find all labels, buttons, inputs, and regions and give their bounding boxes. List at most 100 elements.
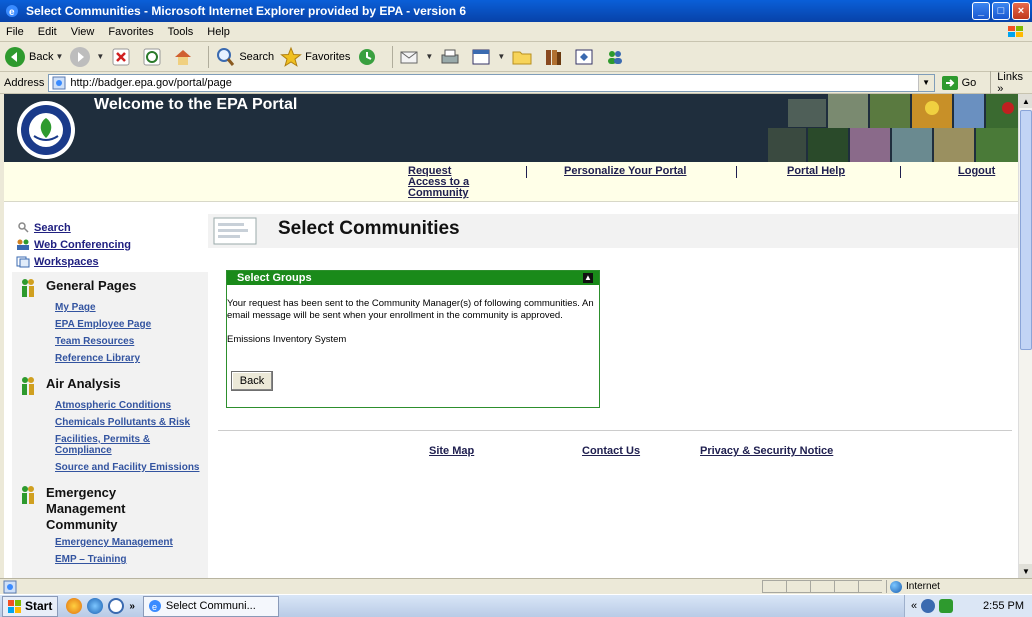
menu-tools[interactable]: Tools — [168, 26, 194, 38]
scroll-down-icon[interactable]: ▼ — [1019, 564, 1032, 578]
toolbar: Back ▼ ▼ Search Favorites ▼ ▼ — [0, 42, 1032, 72]
personalize-link[interactable]: Personalize Your Portal — [564, 165, 686, 177]
section-title-line3: Community — [46, 517, 118, 532]
sidebar-item-emergency-management[interactable]: Emergency Management — [55, 537, 208, 548]
menu-help[interactable]: Help — [207, 26, 230, 38]
address-dropdown-icon[interactable]: ▼ — [917, 74, 934, 91]
links-label: Links — [997, 70, 1023, 83]
sidebar-item-facilities-permits-compliance[interactable]: Facilities, Permits & Compliance — [55, 434, 208, 456]
page-title: Select Communities — [278, 218, 460, 239]
refresh-button[interactable] — [141, 46, 166, 68]
print-button[interactable] — [439, 46, 464, 68]
taskbar-window-button[interactable]: e Select Communi... — [142, 595, 279, 617]
section-title-air-analysis: Air Analysis — [46, 376, 121, 391]
folder-icon — [512, 51, 532, 64]
sidebar: Search Web Conferencing Workspaces Gener… — [12, 214, 208, 578]
privacy-notice-link[interactable]: Privacy & Security Notice — [700, 445, 833, 457]
mail-icon — [400, 51, 418, 63]
mail-button[interactable]: ▼ — [398, 46, 433, 68]
confirmation-text: Your request has been sent to the Commun… — [227, 298, 594, 321]
edit-button[interactable]: ▼ — [470, 46, 505, 68]
favorites-button[interactable]: Favorites — [280, 46, 350, 68]
sidebar-workspaces-link[interactable]: Workspaces — [16, 253, 208, 270]
sidebar-item-reference-library[interactable]: Reference Library — [55, 353, 208, 364]
app-icon[interactable] — [66, 598, 83, 614]
favorites-label: Favorites — [305, 50, 351, 63]
workspaces-icon — [16, 256, 30, 268]
panel-title: Select Groups — [237, 272, 312, 284]
stop-icon — [112, 48, 130, 65]
sidebar-web-conferencing-link[interactable]: Web Conferencing — [16, 236, 208, 253]
site-map-link[interactable]: Site Map — [429, 445, 474, 457]
menu-view[interactable]: View — [71, 26, 95, 38]
research-button[interactable] — [542, 46, 567, 68]
footer-divider — [218, 430, 1012, 431]
logout-link[interactable]: Logout — [958, 165, 995, 177]
refresh-icon — [143, 48, 161, 65]
sidebar-item-emp-training[interactable]: EMP – Training — [55, 554, 208, 565]
sidebar-item-atmospheric-conditions[interactable]: Atmospheric Conditions — [55, 400, 208, 411]
back-button[interactable]: Back ▼ — [4, 46, 63, 68]
sidebar-search-link[interactable]: Search — [16, 219, 208, 236]
scroll-up-icon[interactable]: ▲ — [1019, 94, 1032, 108]
search-button[interactable]: Search — [214, 46, 274, 68]
taskbar: Start » e Select Communi... « 2:55 PM — [0, 594, 1032, 617]
history-button[interactable] — [356, 46, 381, 68]
stop-button[interactable] — [110, 46, 135, 68]
security-tray-icon[interactable] — [939, 599, 954, 613]
menu-file[interactable]: File — [6, 26, 24, 38]
address-bar: Address http://badger.epa.gov/portal/pag… — [0, 70, 1032, 95]
welcome-heading: Welcome to the EPA Portal — [94, 96, 298, 113]
quicklaunch-more-icon[interactable]: » — [129, 601, 135, 612]
close-button[interactable]: × — [1012, 2, 1030, 20]
forward-button[interactable]: ▼ — [69, 46, 104, 68]
conference-icon — [17, 239, 29, 250]
section-heading: Emergency Management Community — [12, 479, 208, 537]
maximize-button[interactable]: □ — [992, 2, 1010, 20]
section-title-line1: Emergency — [46, 485, 117, 500]
nature-photo-collage — [708, 94, 1018, 162]
sidebar-item-chemicals-pollutants-risk[interactable]: Chemicals Pollutants & Risk — [55, 417, 208, 428]
menu-favorites[interactable]: Favorites — [108, 26, 153, 38]
start-label: Start — [25, 599, 53, 613]
network-icon[interactable] — [921, 599, 936, 613]
sidebar-item-my-page[interactable]: My Page — [55, 302, 208, 313]
portal-nav: Request Access to a Community Personalize … — [4, 162, 1018, 202]
messenger-button[interactable] — [604, 46, 629, 68]
collapse-icon[interactable]: ▲ — [583, 273, 593, 283]
sidebar-item-team-resources[interactable]: Team Resources — [55, 336, 208, 347]
folder-button[interactable] — [511, 46, 536, 68]
system-tray: « 2:55 PM — [904, 595, 1032, 617]
confirmation-message: Your request has been sent to the Commun… — [227, 285, 599, 346]
edit-page-icon — [472, 49, 490, 64]
nav-divider — [736, 166, 737, 178]
request-access-link[interactable]: Request Access to a Community — [408, 166, 469, 199]
vertical-scrollbar[interactable]: ▲ ▼ — [1018, 94, 1032, 578]
sidebar-item-epa-employee-page[interactable]: EPA Employee Page — [55, 319, 208, 330]
links-toolbar[interactable]: Links » — [990, 70, 1032, 95]
sidebar-item-source-facility-emissions[interactable]: Source and Facility Emissions — [55, 462, 208, 473]
portal-help-link[interactable]: Portal Help — [787, 165, 845, 177]
window-title: Select Communities - Microsoft Internet … — [26, 4, 467, 18]
start-button[interactable]: Start — [2, 595, 59, 617]
ie-quicklaunch-icon[interactable] — [87, 598, 104, 614]
contact-us-link[interactable]: Contact Us — [582, 445, 640, 457]
svg-text:e: e — [152, 602, 157, 612]
home-button[interactable] — [172, 46, 197, 68]
scroll-thumb[interactable] — [1020, 110, 1032, 350]
section-heading: General Pages — [12, 272, 208, 302]
go-label: Go — [961, 76, 977, 89]
svg-text:e: e — [9, 7, 15, 18]
back-page-button[interactable]: Back — [231, 371, 273, 391]
tray-expand-icon[interactable]: « — [911, 600, 917, 612]
messenger-icon — [608, 50, 623, 64]
go-button[interactable]: Go — [941, 75, 977, 91]
menu-edit[interactable]: Edit — [38, 26, 57, 38]
frame-button[interactable] — [573, 46, 598, 68]
sidebar-section-emergency-management: Emergency Management Community Emergency M… — [12, 479, 208, 565]
ie-icon: e — [6, 5, 18, 18]
clock-app-icon[interactable] — [108, 598, 125, 614]
ie-icon: e — [148, 600, 161, 612]
address-input[interactable]: http://badger.epa.gov/portal/page ▼ — [48, 73, 935, 92]
minimize-button[interactable]: _ — [972, 2, 990, 20]
